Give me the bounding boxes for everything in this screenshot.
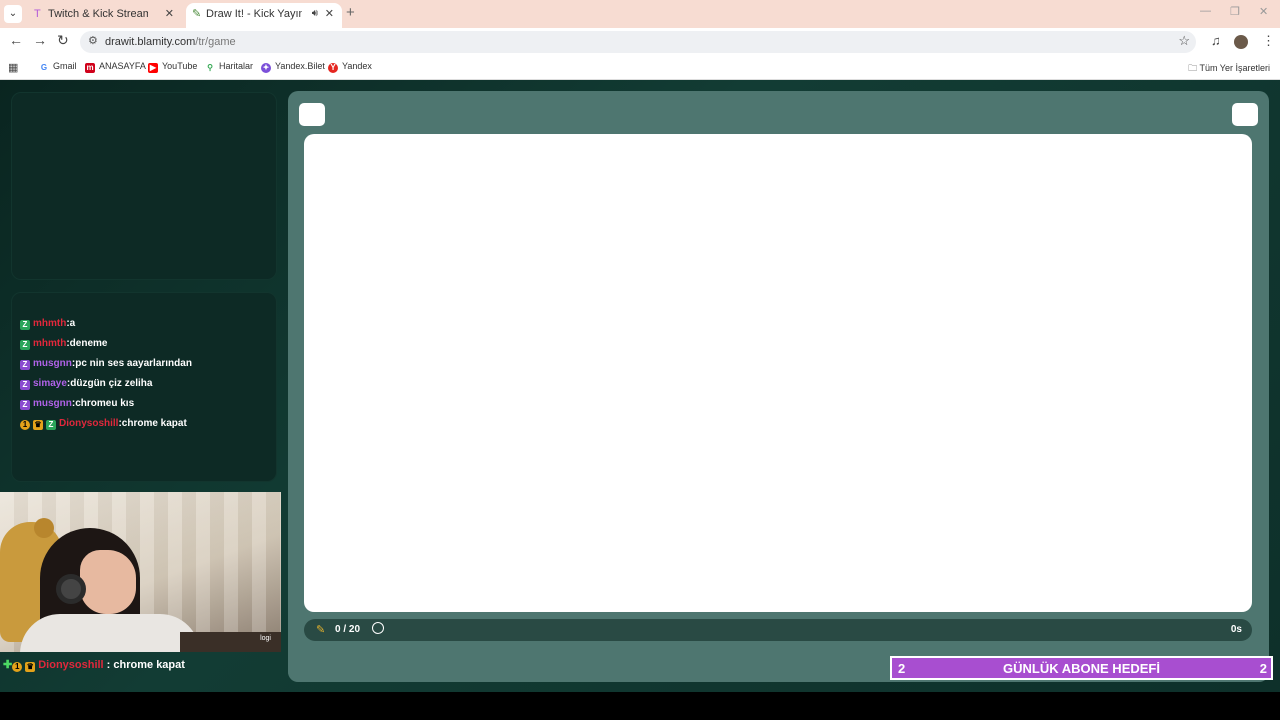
back-icon[interactable]: ←: [9, 32, 23, 48]
bookmark-yandex-bilet[interactable]: ✦ Yandex.Bilet: [261, 61, 325, 73]
goal-target: 2: [1259, 661, 1267, 676]
alert-message: : chrome kapat: [103, 659, 185, 671]
overlay-top-panel: [11, 92, 277, 280]
new-tab-button[interactable]: +: [346, 4, 355, 21]
game-right-button[interactable]: [1232, 103, 1258, 126]
close-icon[interactable]: ✕: [165, 3, 174, 25]
headset: [56, 574, 86, 604]
crown-icon: ♛: [25, 662, 36, 672]
bookmarks-bar: ▦ G Gmail m ANASAYFA ▶ YouTube ⚲ Haritalar ✦…: [0, 56, 1280, 80]
browser-tab-strip: ⌄ T Twitch & Kick Stream Games ✕ ✎ Draw …: [0, 0, 1280, 28]
yandex-icon: Y: [328, 63, 338, 73]
youtube-icon: ▶: [148, 63, 158, 73]
goal-current: 2: [898, 661, 906, 676]
kick-badge-icon: Z: [20, 400, 30, 410]
kick-badge-icon: Z: [20, 320, 30, 330]
bookmark-haritalar[interactable]: ⚲ Haritalar: [205, 61, 253, 73]
menu-icon[interactable]: ⋮: [1262, 33, 1275, 49]
speaker-icon[interactable]: 🔊︎: [312, 3, 318, 25]
minimize-icon[interactable]: —: [1200, 5, 1211, 17]
bookmark-star-icon[interactable]: ☆: [1178, 33, 1190, 49]
address-bar[interactable]: ⚙ drawit.blamity.com/tr/game ☆: [80, 31, 1196, 53]
close-window-icon[interactable]: ✕: [1259, 5, 1268, 18]
plus-icon: ✚: [3, 659, 13, 671]
drawit-icon: ✎: [192, 8, 202, 20]
pencil-icon: ✎: [316, 624, 326, 636]
goal-title: GÜNLÜK ABONE HEDEFİ: [1003, 661, 1160, 676]
twitch-kick-icon: T: [34, 8, 41, 20]
game-status-bar: ✎ 0 / 20 0s: [304, 619, 1252, 641]
kick-badge-icon: Z: [46, 420, 56, 430]
media-control-icon[interactable]: ♫: [1211, 33, 1221, 48]
kick-badge-icon: Z: [20, 360, 30, 370]
reload-icon[interactable]: ↻: [57, 32, 69, 49]
bookmark-yandex[interactable]: Y Yandex: [328, 61, 372, 73]
close-icon[interactable]: ✕: [325, 3, 334, 25]
alert-user: Dionysoshill: [38, 659, 104, 671]
all-bookmarks-folder[interactable]: 🗀︎ Tüm Yer İşaretleri: [1188, 61, 1270, 77]
chat-message: Zmhmth:deneme: [20, 338, 107, 350]
chat-message: 1 ♛ Z Dionysoshill:chrome kapat: [20, 418, 187, 430]
yandex-bilet-icon: ✦: [261, 63, 271, 73]
profile-avatar[interactable]: [1234, 35, 1248, 49]
sub-badge-icon: 1: [12, 662, 23, 672]
tab-title: Twitch & Kick Stream Games: [48, 8, 148, 20]
tab-draw-it[interactable]: ✎ Draw It! - Kick Yayınları İçin 🔊︎ ✕: [186, 3, 342, 28]
webcam-feed: logi: [0, 492, 281, 652]
chat-message: Zsimaye:düzgün çiz zeliha: [20, 378, 152, 390]
maps-icon: ⚲: [207, 63, 213, 72]
folder-icon: 🗀︎: [1188, 63, 1200, 73]
round-progress: 0 / 20: [335, 624, 361, 635]
crown-icon: ♛: [33, 420, 43, 430]
site-info-icon[interactable]: ⚙: [88, 34, 98, 47]
chat-message: Zmhmth:a: [20, 318, 75, 330]
bookmark-anasayfa[interactable]: m ANASAYFA: [85, 61, 146, 73]
chat-panel: Zmhmth:a Zmhmth:deneme Zmusgnn:pc nin se…: [11, 292, 277, 482]
game-left-button[interactable]: [299, 103, 325, 126]
tab-search-button[interactable]: ⌄: [4, 5, 22, 23]
page-viewport: Zmhmth:a Zmhmth:deneme Zmusgnn:pc nin se…: [0, 80, 1280, 692]
timer-icon: [372, 622, 384, 634]
url-text: drawit.blamity.com/tr/game: [105, 36, 236, 48]
forward-icon[interactable]: →: [33, 32, 47, 48]
webcam-logo: logi: [260, 635, 271, 642]
apps-grid-icon[interactable]: ▦: [8, 61, 18, 74]
google-icon: G: [40, 63, 48, 72]
restore-icon[interactable]: ❐: [1230, 5, 1240, 18]
bookmark-youtube[interactable]: ▶ YouTube: [148, 61, 197, 73]
game-panel: ✎ 0 / 20 0s: [288, 91, 1269, 682]
sub-badge-icon: 1: [20, 420, 30, 430]
bookmark-gmail[interactable]: G Gmail: [39, 61, 77, 73]
subscriber-goal-bar: GÜNLÜK ABONE HEDEFİ 2 2: [890, 656, 1273, 680]
drawing-canvas[interactable]: [304, 134, 1252, 612]
kick-badge-icon: Z: [20, 380, 30, 390]
tab-twitch-kick-games[interactable]: T Twitch & Kick Stream Games ✕: [28, 3, 182, 28]
tab-title: Draw It! - Kick Yayınları İçin: [206, 8, 302, 20]
m-icon: m: [85, 63, 95, 73]
timer-value: 0s: [1230, 624, 1242, 635]
chat-message: Zmusgnn:pc nin ses aayarlarından: [20, 358, 192, 370]
chat-message: Zmusgnn:chromeu kıs: [20, 398, 134, 410]
kick-badge-icon: Z: [20, 340, 30, 350]
browser-toolbar: ← → ↻ ⚙ drawit.blamity.com/tr/game ☆ ♫ ⋮: [0, 28, 1280, 56]
bottom-bar: [0, 692, 1280, 720]
